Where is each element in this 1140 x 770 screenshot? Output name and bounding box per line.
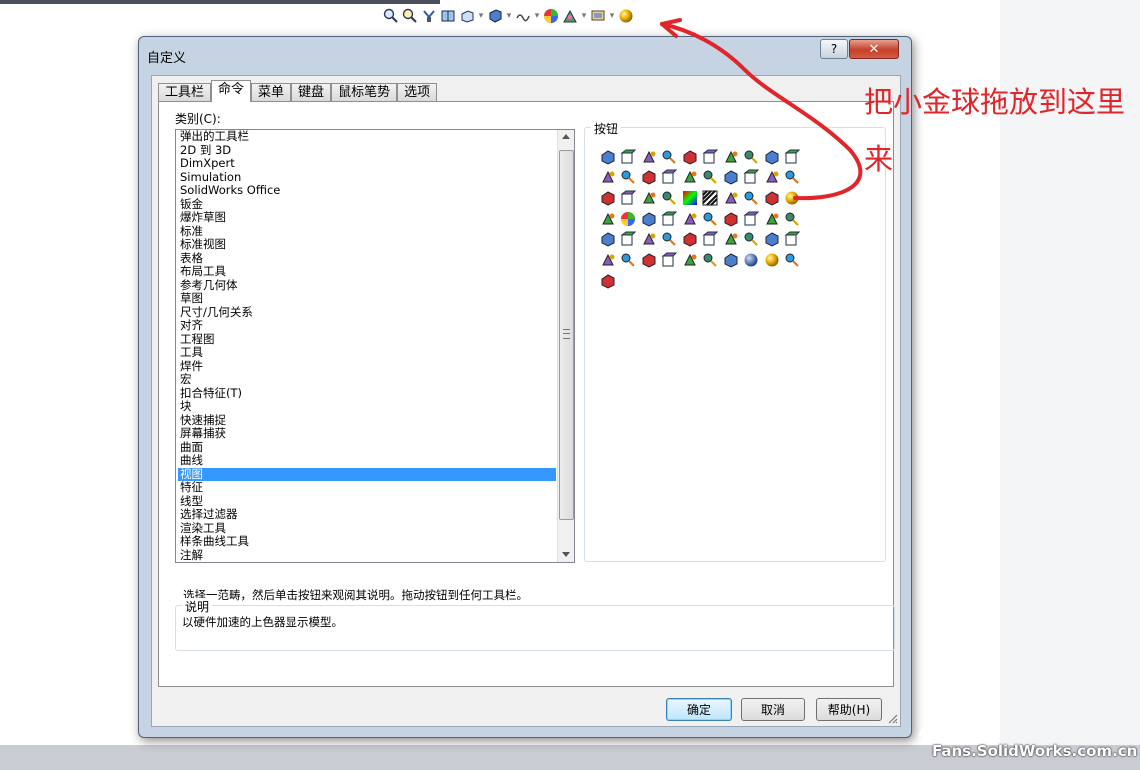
watermark: Fans.SolidWorks.com.cn <box>932 742 1138 760</box>
3ds-logo-icon <box>918 712 952 741</box>
annotation-text: 把小金球拖放到这里来 <box>864 85 1126 176</box>
tab-commands[interactable]: 命令 <box>211 80 252 102</box>
